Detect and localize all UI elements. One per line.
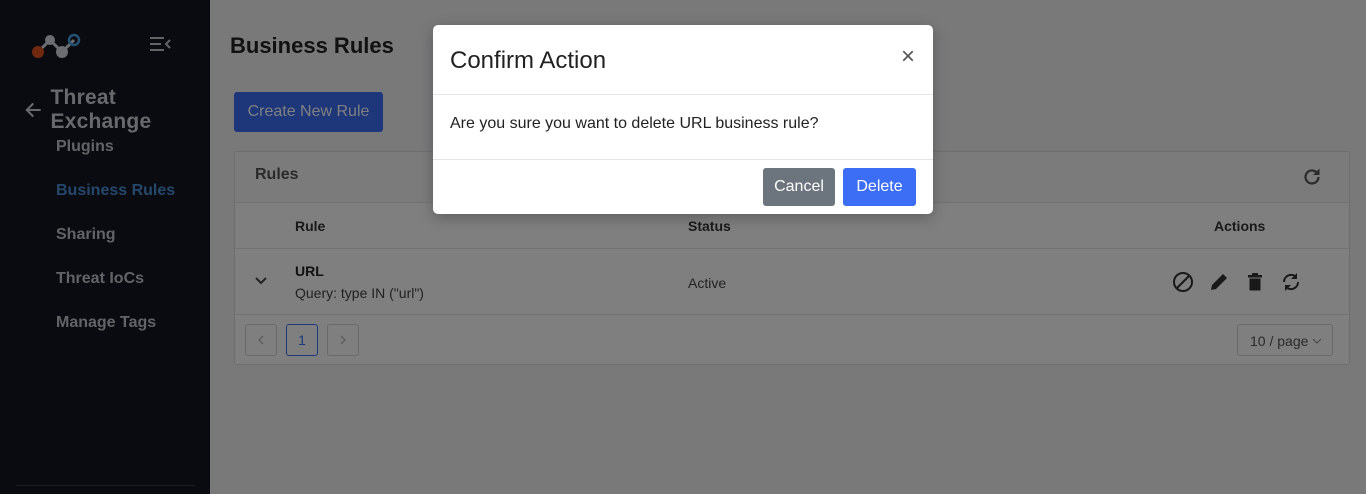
modal-footer: Cancel Delete xyxy=(433,160,933,214)
close-icon[interactable]: × xyxy=(901,45,915,69)
cancel-button[interactable]: Cancel xyxy=(763,168,835,206)
confirm-dialog: Confirm Action × Are you sure you want t… xyxy=(433,25,933,214)
delete-button[interactable]: Delete xyxy=(843,168,916,206)
modal-body: Are you sure you want to delete URL busi… xyxy=(433,95,933,160)
modal-message: Are you sure you want to delete URL busi… xyxy=(450,115,819,132)
modal-title: Confirm Action xyxy=(450,47,607,74)
modal-header: Confirm Action × xyxy=(433,25,933,95)
